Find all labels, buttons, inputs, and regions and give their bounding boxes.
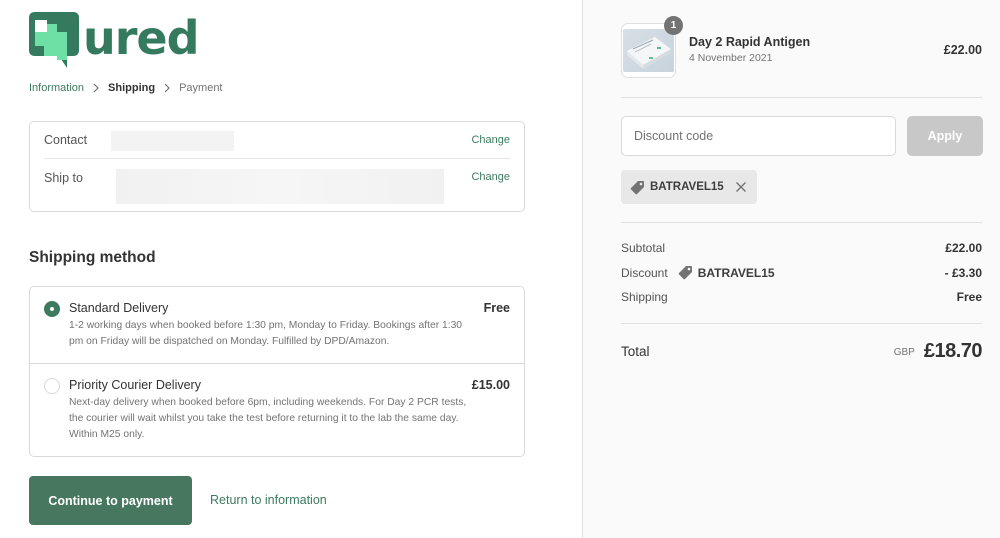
discount-code: BATRAVEL15: [697, 265, 775, 280]
product-line-item: 1 Day 2 Rapid Antigen 4 November 2021 £2…: [621, 16, 982, 79]
order-summary: 1 Day 2 Rapid Antigen 4 November 2021 £2…: [582, 0, 1000, 538]
radio-unselected[interactable]: [44, 378, 60, 394]
shipping-method-title: Shipping method: [29, 249, 156, 266]
option-description: 1-2 working days when booked before 1:30…: [69, 320, 463, 347]
review-contact-row: Contact Change: [44, 122, 510, 159]
product-date: 4 November 2021: [689, 52, 773, 64]
quantity-badge: 1: [664, 16, 683, 35]
subtotal-label: Subtotal: [621, 241, 666, 255]
tag-icon: [630, 180, 645, 195]
close-icon[interactable]: [735, 181, 747, 193]
applied-discount-code: BATRAVEL15: [650, 181, 724, 193]
chevron-right-icon: [93, 83, 99, 93]
option-description: Next-day delivery when booked before 6pm…: [69, 397, 467, 440]
shipping-option-standard[interactable]: Standard Delivery 1-2 working days when …: [30, 287, 524, 364]
shipping-option-priority[interactable]: Priority Courier Delivery Next-day deliv…: [30, 364, 524, 456]
divider: [621, 323, 982, 324]
breadcrumb-shipping: Shipping: [108, 82, 156, 94]
total-row: Total GBP £18.70: [621, 340, 983, 363]
option-price: Free: [483, 301, 510, 315]
change-ship-to-link[interactable]: Change: [471, 171, 510, 183]
option-title: Priority Courier Delivery: [69, 378, 201, 392]
product-image: [623, 29, 674, 72]
logo-mark-icon: ured: [29, 11, 200, 68]
breadcrumb-information[interactable]: Information: [29, 82, 84, 94]
apply-discount-button[interactable]: Apply: [907, 116, 983, 156]
qured-logo[interactable]: ured: [29, 11, 200, 68]
radio-selected[interactable]: [44, 301, 60, 317]
discount-value: - £3.30: [944, 265, 982, 280]
logo-wordmark: ured: [83, 12, 199, 65]
review-ship-to-row: Ship to Change: [44, 159, 510, 212]
option-title: Standard Delivery: [69, 301, 169, 315]
contact-value-redacted: [111, 131, 234, 151]
subtotal-row: Subtotal £22.00: [621, 241, 982, 255]
return-to-information-link[interactable]: Return to information: [210, 493, 327, 507]
ship-to-label: Ship to: [44, 171, 83, 185]
product-name: Day 2 Rapid Antigen: [689, 35, 811, 49]
currency-code: GBP: [893, 347, 915, 358]
shipping-value: Free: [956, 290, 982, 304]
discount-label: Discount: [621, 265, 668, 280]
total-value: £18.70: [923, 340, 983, 362]
change-contact-link[interactable]: Change: [471, 134, 510, 146]
discount-row: Discount BATRAVEL15 - £3.30: [621, 265, 982, 280]
option-price: £15.00: [471, 378, 510, 392]
discount-code-input[interactable]: [621, 116, 896, 156]
continue-to-payment-button[interactable]: Continue to payment: [29, 476, 192, 525]
checkout-page: ured Information Shipping Payment Contac…: [0, 0, 1000, 538]
tag-icon: [678, 265, 693, 280]
divider: [621, 97, 982, 98]
shipping-row: Shipping Free: [621, 290, 982, 304]
ship-to-value-redacted: [116, 169, 444, 204]
product-price: £22.00: [943, 43, 982, 57]
subtotal-value: £22.00: [945, 241, 982, 255]
review-block: Contact Change Ship to Change: [29, 121, 525, 212]
breadcrumb-payment: Payment: [179, 82, 223, 94]
shipping-options: Standard Delivery 1-2 working days when …: [29, 286, 525, 457]
contact-label: Contact: [44, 133, 88, 147]
chevron-right-icon: [164, 83, 170, 93]
breadcrumb: Information Shipping Payment: [29, 82, 223, 94]
total-label: Total: [621, 344, 650, 359]
applied-discount-chip: BATRAVEL15: [621, 170, 757, 204]
divider: [621, 222, 982, 223]
checkout-main: ured Information Shipping Payment Contac…: [0, 0, 582, 538]
shipping-label: Shipping: [621, 290, 668, 304]
product-thumbnail: 1: [621, 16, 683, 78]
